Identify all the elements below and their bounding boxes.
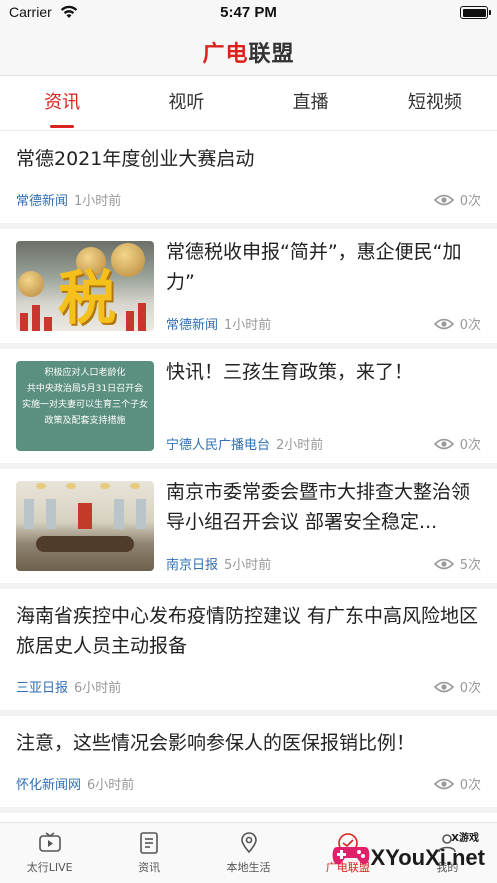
news-title: 南京市委常委会暨市大排查大整治领导小组召开会议 部署安全稳定... [166,481,471,533]
clock: 5:47 PM [220,4,277,21]
view-count: 0次 [433,677,481,696]
news-thumbnail: 税 [16,241,154,331]
view-count-value: 0次 [459,438,481,453]
news-meta: 三亚日报 6小时前 0次 [16,677,481,696]
view-count-value: 5次 [459,558,481,573]
news-thumbnail: 积极应对人口老龄化 共中央政治局5月31日召开会 实施一对夫妻可以生育三个子女 … [16,361,154,451]
watermark: X游戏 XYouXi.net [323,829,493,877]
app-logo: 广电联盟 [0,36,497,68]
news-source: 三亚日报 [16,681,69,696]
news-source: 宁德人民广播电台 [166,438,271,453]
watermark-small-text: X游戏 [451,833,479,844]
news-feed[interactable]: 常德2021年度创业大赛启动 常德新闻 1小时前 0次 税 常德税收申报“简并”… [0,132,497,822]
tab-live[interactable]: 直播 [249,77,373,130]
nav-item-local-life[interactable]: 本地生活 [199,823,298,883]
view-count: 5次 [433,554,481,573]
thumbnail-text: 政策及配套支持措施 [44,416,126,426]
view-count: 0次 [433,314,481,333]
view-count-value: 0次 [459,194,481,209]
nav-label: 资讯 [138,861,161,874]
thumbnail-text: 积极应对人口老龄化 [44,368,126,378]
view-count: 0次 [433,190,481,209]
view-count: 0次 [433,774,481,793]
eye-icon [433,318,454,329]
nav-item-taihang-live[interactable]: 太行LIVE [0,823,99,883]
news-meta: 常德新闻 1小时前 0次 [166,314,481,333]
news-item[interactable]: 积极应对人口老龄化 共中央政治局5月31日召开会 实施一对夫妻可以生育三个子女 … [0,349,497,463]
bottom-nav: 太行LIVE 资讯 本地生活 广电联盟 我的 X游戏 XYouXi.net [0,822,497,883]
news-source: 南京日报 [166,558,219,573]
news-title: 海南省疾控中心发布疫情防控建议 有广东中高风险地区旅居史人员主动报备 [16,605,479,657]
eye-icon [433,438,454,449]
eye-icon [433,194,454,205]
news-source: 怀化新闻网 [16,778,82,793]
news-source: 常德新闻 [16,194,69,209]
news-time: 5小时前 [224,558,272,573]
eye-icon [433,558,454,569]
status-bar: Carrier 5:47 PM [0,0,497,26]
news-meta: 怀化新闻网 6小时前 0次 [16,774,481,793]
tab-short-video[interactable]: 短视频 [373,77,497,130]
news-thumbnail [16,481,154,571]
news-time: 6小时前 [87,778,135,793]
news-time: 1小时前 [74,194,122,209]
logo-part1: 广电 [202,41,249,67]
eye-icon [433,778,454,789]
news-item[interactable]: 注意，这些情况会影响参保人的医保报销比例！ 怀化新闻网 6小时前 0次 [0,716,497,807]
news-item[interactable]: 税 常德税收申报“简并”，惠企便民“加力” 常德新闻 1小时前 0次 [0,229,497,343]
thumbnail-text: 税 [58,264,117,331]
view-count-value: 0次 [459,318,481,333]
view-count: 0次 [433,434,481,453]
thumbnail-text: 实施一对夫妻可以生育三个子女 [21,400,148,410]
view-count-value: 0次 [459,681,481,696]
nav-item-news[interactable]: 资讯 [99,823,198,883]
news-meta: 南京日报 5小时前 5次 [166,554,481,573]
news-title: 常德税收申报“简并”，惠企便民“加力” [166,241,462,293]
battery-icon [460,6,491,19]
app-header: 广电联盟 [0,26,497,76]
watermark-text: XYouXi.net [370,845,486,870]
news-time: 6小时前 [74,681,122,696]
news-item-partial[interactable] [0,813,497,822]
view-count-value: 0次 [459,778,481,793]
news-time: 1小时前 [224,318,272,333]
news-meta: 常德新闻 1小时前 0次 [16,190,481,209]
news-source: 常德新闻 [166,318,219,333]
news-item[interactable]: 海南省疾控中心发布疫情防控建议 有广东中高风险地区旅居史人员主动报备 三亚日报 … [0,589,497,710]
news-meta: 宁德人民广播电台 2小时前 0次 [166,434,481,453]
thumbnail-text: 共中央政治局5月31日召开会 [26,384,144,394]
eye-icon [433,681,454,692]
logo-part2: 联盟 [248,41,295,67]
news-time: 2小时前 [276,438,324,453]
news-icon [140,832,158,854]
news-title: 常德2021年度创业大赛启动 [16,148,255,170]
tv-icon [38,832,61,852]
news-item[interactable]: 常德2021年度创业大赛启动 常德新闻 1小时前 0次 [0,132,497,223]
location-icon [240,832,257,854]
news-item[interactable]: 南京市委常委会暨市大排查大整治领导小组召开会议 部署安全稳定... 南京日报 5… [0,469,497,583]
news-title: 快讯！三孩生育政策，来了！ [166,361,414,383]
category-tabs: 资讯 视听 直播 短视频 [0,77,497,131]
tab-audio-video[interactable]: 视听 [124,77,248,130]
nav-label: 本地生活 [226,861,271,874]
news-title: 注意，这些情况会影响参保人的医保报销比例！ [16,732,416,754]
gamepad-icon [332,847,370,865]
nav-label: 太行LIVE [26,861,73,874]
tab-news[interactable]: 资讯 [0,77,124,130]
